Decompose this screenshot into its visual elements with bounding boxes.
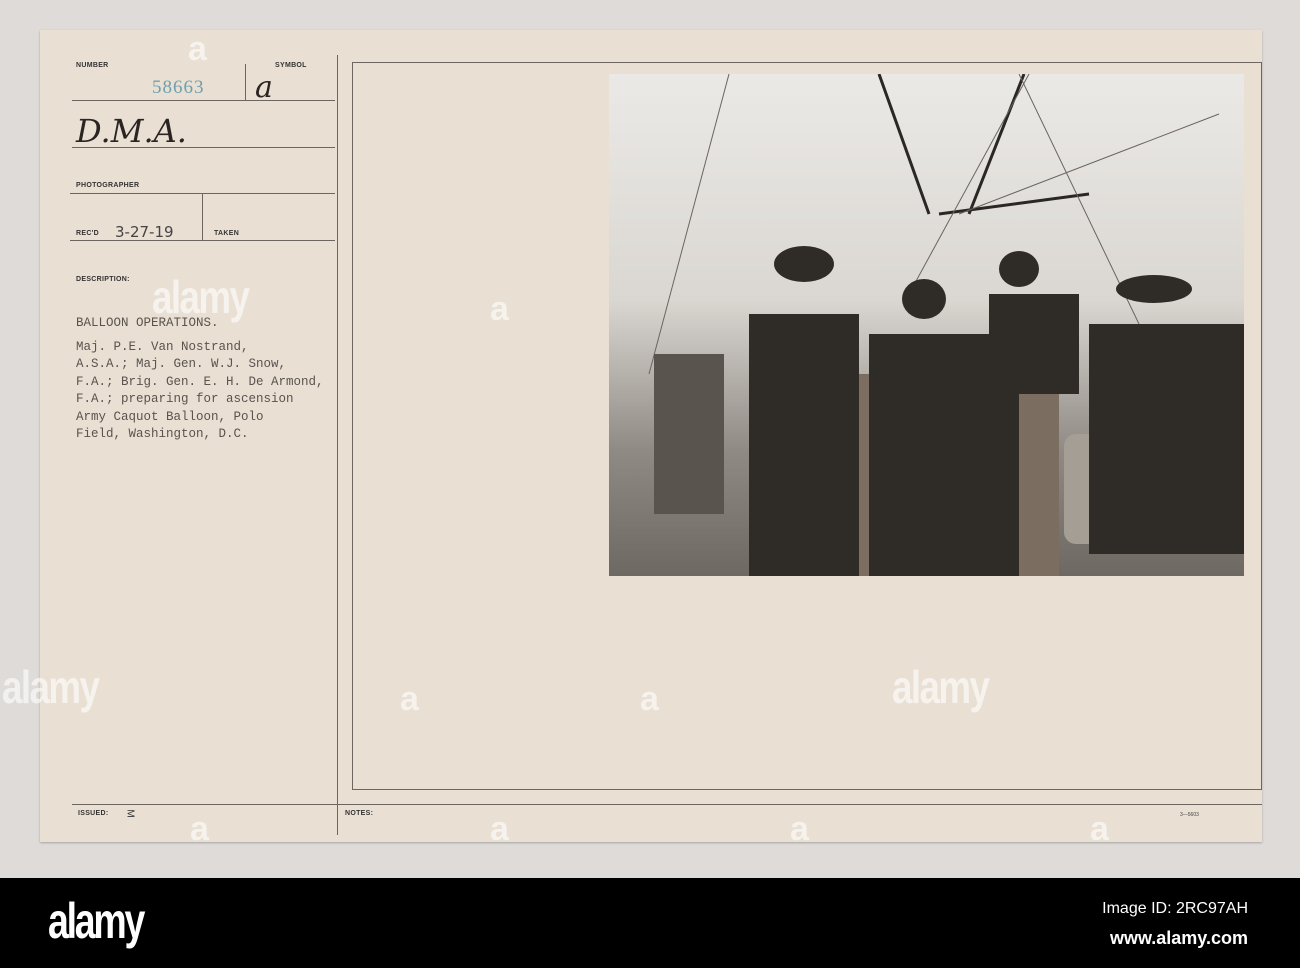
watermark: alamy [892, 661, 990, 713]
symbol-label: SYMBOL [275, 62, 307, 69]
notes-label: NOTES: [345, 810, 374, 817]
watermark-letter: a [1090, 810, 1109, 848]
photographer-label: PHOTOGRAPHER [76, 182, 140, 189]
image-id: Image ID: 2RC97AH [1102, 900, 1248, 917]
number-label: NUMBER [76, 62, 109, 69]
watermark: alamy [152, 271, 250, 323]
issued-mark: M [124, 809, 136, 818]
description-label: DESCRIPTION: [76, 276, 130, 283]
watermark-letter: a [490, 810, 509, 848]
alamy-url[interactable]: www.alamy.com [1110, 928, 1248, 949]
taken-label: TAKEN [214, 230, 240, 237]
archive-card: NUMBER 58663 SYMBOL a D.M.A. PHOTOGRAPHE… [40, 30, 1262, 842]
form-number: 3—5603 [1180, 812, 1199, 818]
watermark-letter: a [640, 680, 659, 718]
watermark: alamy [2, 661, 100, 713]
unit-signature: D.M.A. [76, 112, 187, 150]
watermark-letter: a [790, 810, 809, 848]
watermark-letter: a [188, 30, 207, 68]
description-text: Maj. P.E. Van Nostrand, A.S.A.; Maj. Gen… [76, 340, 324, 442]
watermark-letter: a [400, 680, 419, 718]
balloon-photo [609, 74, 1244, 576]
watermark-letter: a [190, 810, 209, 848]
footer-bar: alamy Image ID: 2RC97AH www.alamy.com [0, 878, 1300, 968]
alamy-logo: alamy [48, 893, 145, 949]
recd-label: REC'D [76, 230, 99, 237]
issued-label: ISSUED: [78, 810, 109, 817]
number-value: 58663 [152, 77, 205, 98]
recd-date: 3-27-19 [115, 223, 174, 241]
watermark-letter: a [490, 290, 509, 328]
